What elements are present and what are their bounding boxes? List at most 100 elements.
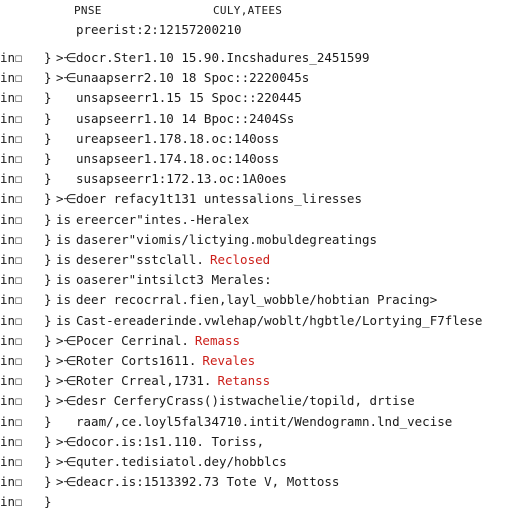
- row-checkbox-label[interactable]: in☐: [0, 391, 28, 411]
- row-text: deer recocrral.fien,layl_wobble/hobtian …: [76, 290, 508, 310]
- row-text: quter.tedisiatol.dey/hobblcs: [76, 452, 508, 472]
- row-checkbox-label[interactable]: in☐: [0, 351, 28, 371]
- row-brace: }: [44, 151, 52, 166]
- row-brace: }: [44, 292, 52, 308]
- row-prefix: >⋲: [56, 373, 77, 389]
- log-row[interactable]: in☐} unsapseer1.174.18.oc:140oss: [0, 149, 512, 169]
- log-row[interactable]: in☐} >⋲ desr CerferyCrass()istwachelie/top…: [0, 391, 512, 411]
- row-brace: }: [44, 474, 52, 490]
- status-badge: Reclosed: [209, 252, 271, 267]
- row-message: desr CerferyCrass()istwachelie/topild, d…: [76, 393, 415, 409]
- log-row[interactable]: in☐}: [0, 492, 512, 512]
- row-message: susapseerr1:172.13.oc:1A0oes: [76, 171, 287, 187]
- row-brace: }: [44, 110, 52, 126]
- log-row[interactable]: in☐} ureapseer1.178.18.oc:140oss: [0, 129, 512, 149]
- log-row[interactable]: in☐} is ereercer"intes.-Heralex: [0, 210, 512, 230]
- row-text: ereercer"intes.-Heralex: [76, 210, 508, 230]
- row-checkbox-label[interactable]: in☐: [0, 68, 28, 88]
- row-message: deer recocrral.fien,layl_wobble/hobtian …: [76, 292, 438, 308]
- row-brace: }: [44, 252, 52, 267]
- log-row[interactable]: in☐} is oaserer"intsilct3 Merales:: [0, 270, 512, 290]
- row-checkbox-label[interactable]: in☐: [0, 331, 28, 351]
- log-row[interactable]: in☐} raam/,ce.loyl5fal34710.intit/Wendogr…: [0, 412, 512, 432]
- row-message: docor.is:1s1.110. Toriss,: [76, 433, 265, 449]
- row-prefix: >⋲: [56, 433, 77, 449]
- row-checkbox-label[interactable]: in☐: [0, 109, 28, 129]
- row-checkbox-label[interactable]: in☐: [0, 371, 28, 391]
- row-text: Pocer Cerrinal. Remass: [76, 331, 508, 351]
- row-text: unsapseer1.174.18.oc:140oss: [76, 149, 508, 169]
- row-checkbox-label[interactable]: in☐: [0, 230, 28, 250]
- row-prefix: >⋲: [56, 332, 77, 348]
- row-checkbox-label[interactable]: in☐: [0, 452, 28, 472]
- row-prefix: >⋲: [56, 353, 77, 368]
- row-text: unsapseerr1.15 15 Spoc::220445: [76, 88, 508, 108]
- row-checkbox-label[interactable]: in☐: [0, 270, 28, 290]
- row-text: desr CerferyCrass()istwachelie/topild, d…: [76, 391, 508, 411]
- row-brace: }: [44, 90, 52, 106]
- row-checkbox-label[interactable]: in☐: [0, 169, 28, 189]
- row-text: deserer"sstclall. Reclosed: [76, 250, 508, 270]
- row-checkbox-label[interactable]: in☐: [0, 149, 28, 169]
- log-row[interactable]: in☐} usapseerr1.10 14 Bpoc::2404Ss: [0, 109, 512, 129]
- log-row[interactable]: in☐} is Cast-ereaderinde.vwlehap/woblt/hgb…: [0, 311, 512, 331]
- row-checkbox-label[interactable]: in☐: [0, 189, 28, 209]
- log-row[interactable]: in☐} >⋲ unaapserr2.10 18 Spoc::2220045s: [0, 68, 512, 88]
- row-checkbox-label[interactable]: in☐: [0, 311, 28, 331]
- log-row[interactable]: in☐} is deer recocrral.fien,layl_wobble/ho…: [0, 290, 512, 310]
- log-row[interactable]: in☐} >⋲ quter.tedisiatol.dey/hobblcs: [0, 452, 512, 472]
- row-message: unaapserr2.10 18 Spoc::2220045s: [76, 70, 310, 86]
- log-row[interactable]: in☐} is deserer"sstclall. Reclosed: [0, 250, 512, 270]
- row-brace: }: [44, 191, 52, 207]
- row-prefix: >⋲: [56, 191, 77, 207]
- row-text: Cast-ereaderinde.vwlehap/woblt/hgbtle/Lo…: [76, 311, 508, 331]
- row-brace: }: [44, 332, 52, 348]
- row-text: ureapseer1.178.18.oc:140oss: [76, 129, 508, 149]
- row-message: ureapseer1.178.18.oc:140oss: [76, 130, 280, 146]
- row-prefix: is: [56, 312, 72, 328]
- row-checkbox-label[interactable]: in☐: [0, 432, 28, 452]
- log-row[interactable]: in☐} is daserer"viomis/lictying.mobuldegre…: [0, 230, 512, 250]
- row-brace: }: [44, 454, 52, 469]
- row-text: Roter Crreal,1731. Retanss: [76, 371, 508, 391]
- row-checkbox-label[interactable]: in☐: [0, 290, 28, 310]
- header-col-1: PNSE: [74, 4, 102, 17]
- row-brace: }: [44, 413, 52, 429]
- row-message: Roter Crreal,1731.: [76, 373, 212, 389]
- row-message: doer refacy1t131 untessalions_liresses: [76, 191, 362, 207]
- log-row[interactable]: in☐} >⋲ docr.Ster1.10 15.90.Incshadures_24…: [0, 48, 512, 68]
- row-prefix: is: [56, 211, 72, 227]
- row-message: ereercer"intes.-Heralex: [76, 211, 250, 227]
- row-checkbox-label[interactable]: in☐: [0, 48, 28, 68]
- row-message: unsapseer1.174.18.oc:140oss: [76, 151, 280, 166]
- row-brace: }: [44, 171, 52, 187]
- row-text: unaapserr2.10 18 Spoc::2220045s: [76, 68, 508, 88]
- row-checkbox-label[interactable]: in☐: [0, 129, 28, 149]
- row-checkbox-label[interactable]: in☐: [0, 88, 28, 108]
- status-badge: Revales: [202, 353, 256, 368]
- log-row[interactable]: in☐} >⋲ docor.is:1s1.110. Toriss,: [0, 432, 512, 452]
- row-checkbox-label[interactable]: in☐: [0, 492, 28, 512]
- log-row[interactable]: in☐} susapseerr1:172.13.oc:1A0oes: [0, 169, 512, 189]
- row-message: oaserer"intsilct3 Merales:: [76, 272, 272, 288]
- row-brace: }: [44, 494, 52, 510]
- row-text: oaserer"intsilct3 Merales:: [76, 270, 508, 290]
- log-row[interactable]: in☐} >⋲ deacr.is:1513392.73 Tote V, Mottos…: [0, 472, 512, 492]
- log-row[interactable]: in☐} >⋲ doer refacy1t131 untessalions_lire…: [0, 189, 512, 209]
- row-checkbox-label[interactable]: in☐: [0, 412, 28, 432]
- log-row[interactable]: in☐} >⋲ Pocer Cerrinal. Remass: [0, 331, 512, 351]
- row-brace: }: [44, 211, 52, 227]
- row-prefix: >⋲: [56, 70, 77, 86]
- row-brace: }: [44, 272, 52, 288]
- row-text: Roter Corts1611. Revales: [76, 351, 508, 371]
- row-brace: }: [44, 393, 52, 409]
- row-checkbox-label[interactable]: in☐: [0, 472, 28, 492]
- log-row[interactable]: in☐} >⋲ Roter Crreal,1731. Retanss: [0, 371, 512, 391]
- log-row[interactable]: in☐} >⋲ Roter Corts1611. Revales: [0, 351, 512, 371]
- row-checkbox-label[interactable]: in☐: [0, 250, 28, 270]
- row-checkbox-label[interactable]: in☐: [0, 210, 28, 230]
- row-text: doer refacy1t131 untessalions_liresses: [76, 189, 508, 209]
- log-row[interactable]: in☐} unsapseerr1.15 15 Spoc::220445: [0, 88, 512, 108]
- status-badge: Retanss: [217, 373, 271, 389]
- row-text: daserer"viomis/lictying.mobuldegreatings: [76, 230, 508, 250]
